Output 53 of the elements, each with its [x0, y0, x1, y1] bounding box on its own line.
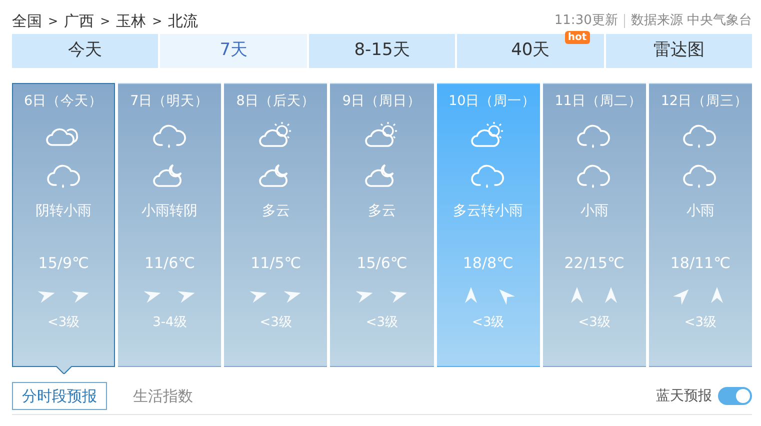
pointer-icon: [56, 366, 72, 374]
weather-text: 多云: [368, 202, 396, 222]
day-date: 8日（后天）: [235, 92, 315, 111]
temperature: 15/9℃: [38, 253, 89, 274]
hot-badge: hot: [564, 31, 590, 44]
breadcrumb-link[interactable]: 全国: [12, 10, 42, 32]
weather-text: 小雨转阴: [142, 202, 198, 222]
wind-level: <3级: [578, 314, 610, 332]
day-date: 9日（周日）: [341, 92, 422, 111]
wind-level: <3级: [260, 314, 292, 332]
wind-level: 3-4级: [152, 314, 187, 332]
day-card[interactable]: 8日（后天） 多云 11/5℃ <3级: [224, 83, 328, 367]
forecast-tab[interactable]: 8-15天: [308, 34, 456, 68]
breadcrumb-separator: >: [100, 13, 110, 30]
forecast-tab[interactable]: 7天: [160, 34, 307, 68]
section-tab[interactable]: 分时段预报: [12, 382, 107, 410]
breadcrumb-separator: >: [48, 13, 58, 30]
wind-level: <3级: [684, 314, 716, 332]
temperature: 22/15℃: [564, 253, 624, 274]
weather-text: 多云转小雨: [453, 202, 524, 222]
temperature: 18/8℃: [462, 253, 514, 274]
day-date: 7日（明天）: [129, 92, 209, 111]
day-date: 10日（周一）: [448, 92, 536, 111]
sky-forecast-label: 蓝天预报: [656, 386, 712, 406]
temperature: 11/6℃: [144, 253, 195, 274]
weather-text: 阴转小雨: [36, 202, 92, 222]
temperature: 18/11℃: [670, 253, 730, 274]
temperature: 15/6℃: [356, 253, 408, 274]
breadcrumb-link[interactable]: 广西: [64, 10, 94, 32]
day-card[interactable]: 7日（明天） 小雨转阴 11/6℃ 3-4级: [118, 83, 222, 367]
wind-level: <3级: [47, 314, 80, 332]
sky-forecast-toggle[interactable]: [718, 387, 752, 405]
update-time: 11:30更新: [554, 12, 618, 30]
weather-text: 小雨: [686, 202, 714, 222]
breadcrumb-separator: >: [152, 13, 162, 30]
forecast-tab[interactable]: 今天: [12, 34, 158, 68]
wind-level: <3级: [472, 314, 504, 332]
wind-level: <3级: [366, 314, 398, 332]
weather-text: 多云: [262, 202, 290, 222]
breadcrumb-link[interactable]: 玉林: [116, 10, 146, 32]
day-date: 11日（周二）: [554, 92, 642, 111]
temperature: 11/5℃: [250, 253, 302, 274]
section-tab[interactable]: 生活指数: [123, 382, 203, 410]
weather-text: 小雨: [580, 202, 608, 222]
day-card[interactable]: 12日（周三） 小雨 18/11℃ <3级: [648, 83, 752, 367]
data-source: 数据来源 中央气象台: [630, 12, 752, 30]
day-card[interactable]: 9日（周日） 多云 15/6℃ <3级: [330, 83, 434, 367]
day-date: 12日（周三）: [660, 92, 748, 111]
day-card[interactable]: 11日（周二） 小雨 22/15℃ <3级: [542, 83, 646, 367]
day-date: 6日（今天）: [23, 92, 103, 111]
forecast-tab[interactable]: 雷达图: [606, 34, 752, 68]
forecast-tab[interactable]: 40天 hot: [457, 34, 604, 68]
breadcrumb-current: 北流: [168, 10, 198, 32]
